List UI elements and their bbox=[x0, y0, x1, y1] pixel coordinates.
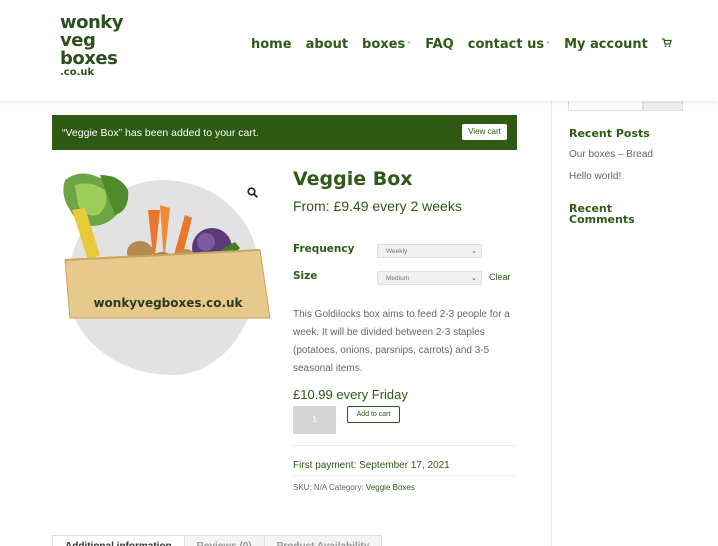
divider bbox=[293, 475, 515, 476]
nav-faq[interactable]: FAQ bbox=[425, 37, 454, 52]
tab-additional-information[interactable]: Additional information bbox=[52, 535, 185, 546]
size-label: Size bbox=[293, 270, 318, 282]
category-link[interactable]: Veggie Boxes bbox=[366, 483, 415, 492]
nav-boxes[interactable]: boxes ˅ bbox=[362, 37, 411, 52]
chevron-down-icon: ⌄ bbox=[471, 275, 477, 282]
product-tabs: Additional information Reviews (0) Produ… bbox=[52, 535, 383, 546]
site-header: wonky veg boxes .co.uk home about boxes ˅… bbox=[0, 0, 718, 101]
product-title: Veggie Box bbox=[293, 168, 413, 190]
tab-reviews[interactable]: Reviews (0) bbox=[183, 535, 265, 546]
size-value: Medium bbox=[386, 275, 410, 282]
view-cart-button[interactable]: View cart bbox=[462, 124, 507, 140]
logo-line-4: .co.uk bbox=[60, 67, 95, 78]
chevron-down-icon: ⌄ bbox=[471, 248, 477, 255]
nav-boxes-label: boxes bbox=[362, 37, 406, 52]
cart-icon[interactable] bbox=[661, 38, 672, 51]
product-image[interactable]: wonkyvegboxes.co.uk bbox=[60, 170, 275, 325]
nav-about[interactable]: about bbox=[306, 37, 348, 52]
notice-message: “Veggie Box” has been added to your cart… bbox=[62, 126, 259, 139]
frequency-value: Weekly bbox=[386, 248, 408, 255]
frequency-select[interactable]: Weekly ⌄ bbox=[377, 244, 482, 258]
post-link[interactable]: Hello world! bbox=[569, 171, 621, 182]
size-select[interactable]: Medium ⌄ bbox=[377, 271, 482, 285]
cart-notice: “Veggie Box” has been added to your cart… bbox=[52, 115, 517, 150]
sidebar-divider bbox=[551, 101, 552, 546]
quantity-input[interactable]: 1 bbox=[293, 406, 336, 434]
tab-product-availability[interactable]: Product Availability bbox=[263, 535, 383, 546]
product-description: This Goldilocks box aims to feed 2-3 peo… bbox=[293, 309, 510, 374]
site-logo[interactable]: wonky veg boxes .co.uk bbox=[60, 14, 130, 78]
recent-comments-heading: Recent Comments bbox=[569, 203, 635, 225]
nav-contact[interactable]: contact us ˅ bbox=[468, 37, 550, 52]
price-from: From: £9.49 every 2 weeks bbox=[293, 198, 462, 214]
nav-contact-label: contact us bbox=[467, 37, 545, 52]
product-meta: SKU: N/A Category: Veggie Boxes bbox=[293, 483, 415, 492]
nav-my-account[interactable]: My account bbox=[564, 37, 648, 52]
recent-posts-heading: Recent Posts bbox=[569, 127, 650, 140]
main-nav: home about boxes ˅ FAQ contact us ˅ My acc… bbox=[251, 37, 672, 52]
logo-line-3: boxes bbox=[60, 48, 118, 69]
variation-price: £10.99 every Friday bbox=[293, 387, 408, 402]
nav-home[interactable]: home bbox=[251, 37, 292, 52]
recent-comments-line-2: Comments bbox=[569, 213, 635, 226]
clear-link[interactable]: Clear bbox=[489, 272, 511, 282]
frequency-label: Frequency bbox=[293, 243, 355, 255]
post-link[interactable]: Our boxes – Bread bbox=[569, 149, 653, 160]
zoom-icon[interactable] bbox=[247, 187, 258, 201]
chevron-down-icon: ˅ bbox=[407, 41, 412, 50]
divider bbox=[293, 445, 515, 446]
sku-text: SKU: N/A Category: bbox=[293, 483, 366, 492]
crate-brand-text: wonkyvegboxes.co.uk bbox=[93, 296, 243, 310]
add-to-cart-button[interactable]: Add to cart bbox=[347, 406, 400, 423]
first-payment: First payment: September 17, 2021 bbox=[293, 460, 450, 471]
chevron-down-icon: ˅ bbox=[546, 41, 551, 50]
